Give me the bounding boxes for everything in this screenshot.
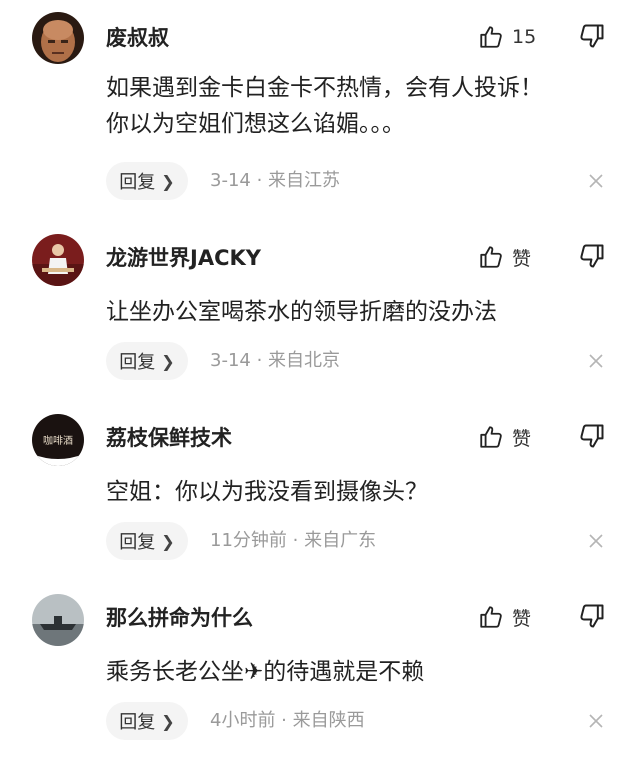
avatar[interactable] [32,12,84,64]
username[interactable]: 荔枝保鲜技术 [106,424,232,452]
comment-meta: 3-14 · 来自北京 [210,342,340,380]
dislike-button[interactable] [578,242,606,270]
chevron-right-icon: ❯ [161,171,175,191]
close-button[interactable] [586,531,606,551]
comment-item: 咖啡酒 荔枝保鲜技术 赞 空姐：你以为我没看到摄像头？ 回复 ❯ 11分钟前 ·… [0,402,641,582]
comment-text: 如果遇到金卡白金卡不热情，会有人投诉！ 你以为空姐们想这么谄媚。。。 [106,70,616,142]
man-seated-avatar-icon [32,234,84,286]
dislike-button[interactable] [578,422,606,450]
like-button[interactable]: 赞 [478,240,531,274]
close-icon [589,714,603,728]
thumbs-down-icon [580,604,604,628]
thumbs-up-icon [480,606,502,628]
meta-separator: · [250,170,269,191]
comment-item: 龙游世界JACKY 赞 让坐办公室喝茶水的领导折磨的没办法 回复 ❯ 3-14 … [0,222,641,402]
username[interactable]: 废叔叔 [106,24,169,52]
coffee-logo-avatar-icon: 咖啡酒 [32,414,84,466]
username[interactable]: 那么拼命为什么 [106,604,253,632]
like-label: 赞 [512,607,532,630]
comment-meta: 11分钟前 · 来自广东 [210,522,376,560]
reply-label: 回复 [119,532,156,553]
comment-text: 空姐：你以为我没看到摄像头？ [106,474,616,510]
meta-separator: · [286,530,305,551]
comment-location: 来自江苏 [268,170,341,191]
comment-text-line: 空姐：你以为我没看到摄像头？ [106,479,428,505]
comment-text-line: 如果遇到金卡白金卡不热情，会有人投诉！ [106,75,543,101]
comment-text: 乘务长老公坐✈的待遇就是不赖 [106,654,616,690]
dislike-button[interactable] [578,602,606,630]
comment-meta: 4小时前 · 来自陕西 [210,702,365,740]
close-button[interactable] [586,711,606,731]
comment-date: 3-14 [210,170,251,191]
chevron-right-icon: ❯ [161,711,175,731]
avatar[interactable] [32,234,84,286]
comment-date: 4小时前 [210,710,276,731]
reply-button[interactable]: 回复 ❯ [106,522,188,560]
comment-text: 让坐办公室喝茶水的领导折磨的没办法 [106,294,616,330]
close-button[interactable] [586,171,606,191]
close-button[interactable] [586,351,606,371]
like-count: 15 [512,26,537,48]
comment-date: 3-14 [210,350,251,371]
avatar[interactable] [32,594,84,646]
reply-label: 回复 [119,172,156,193]
comment-date: 11分钟前 [210,530,287,551]
comment-item: 那么拼命为什么 赞 乘务长老公坐✈的待遇就是不赖 回复 ❯ 4小时前 · 来自陕… [0,582,641,762]
reply-button[interactable]: 回复 ❯ [106,702,188,740]
reply-label: 回复 [119,712,156,733]
comment-location: 来自北京 [268,350,341,371]
reply-label: 回复 [119,352,156,373]
thumbs-down-icon [580,244,604,268]
comment-item: 废叔叔 15 如果遇到金卡白金卡不热情，会有人投诉！ 你以为空姐们想这么谄媚。。… [0,0,641,200]
dislike-button[interactable] [578,22,606,50]
like-button[interactable]: 赞 [478,420,531,454]
avatar[interactable]: 咖啡酒 [32,414,84,466]
thumbs-up-icon [480,246,502,268]
like-button[interactable]: 赞 [478,600,531,634]
like-label: 赞 [512,427,532,450]
comment-text-line: 乘务长老公坐✈的待遇就是不赖 [106,659,425,685]
comment-location: 来自陕西 [292,710,365,731]
close-icon [589,354,603,368]
chevron-right-icon: ❯ [161,531,175,551]
thumbs-up-icon [480,26,502,48]
reply-button[interactable]: 回复 ❯ [106,342,188,380]
comment-text-line: 让坐办公室喝茶水的领导折磨的没办法 [106,299,497,325]
like-button[interactable]: 15 [478,20,536,54]
meta-separator: · [275,710,293,731]
close-icon [589,534,603,548]
bald-man-avatar-icon [32,12,84,64]
thumbs-down-icon [580,424,604,448]
chevron-right-icon: ❯ [161,351,175,371]
thumbs-down-icon [580,24,604,48]
like-label: 赞 [512,247,532,270]
comment-text-line: 你以为空姐们想这么谄媚。。。 [106,111,405,137]
comment-meta: 3-14 · 来自江苏 [210,162,340,200]
thumbs-up-icon [480,426,502,448]
meta-separator: · [250,350,269,371]
username[interactable]: 龙游世界JACKY [106,244,261,272]
reply-button[interactable]: 回复 ❯ [106,162,188,200]
close-icon [589,174,603,188]
comment-location: 来自广东 [304,530,377,551]
avatar-logo-text: 咖啡酒 [43,435,73,447]
ship-on-water-avatar-icon [32,594,84,646]
